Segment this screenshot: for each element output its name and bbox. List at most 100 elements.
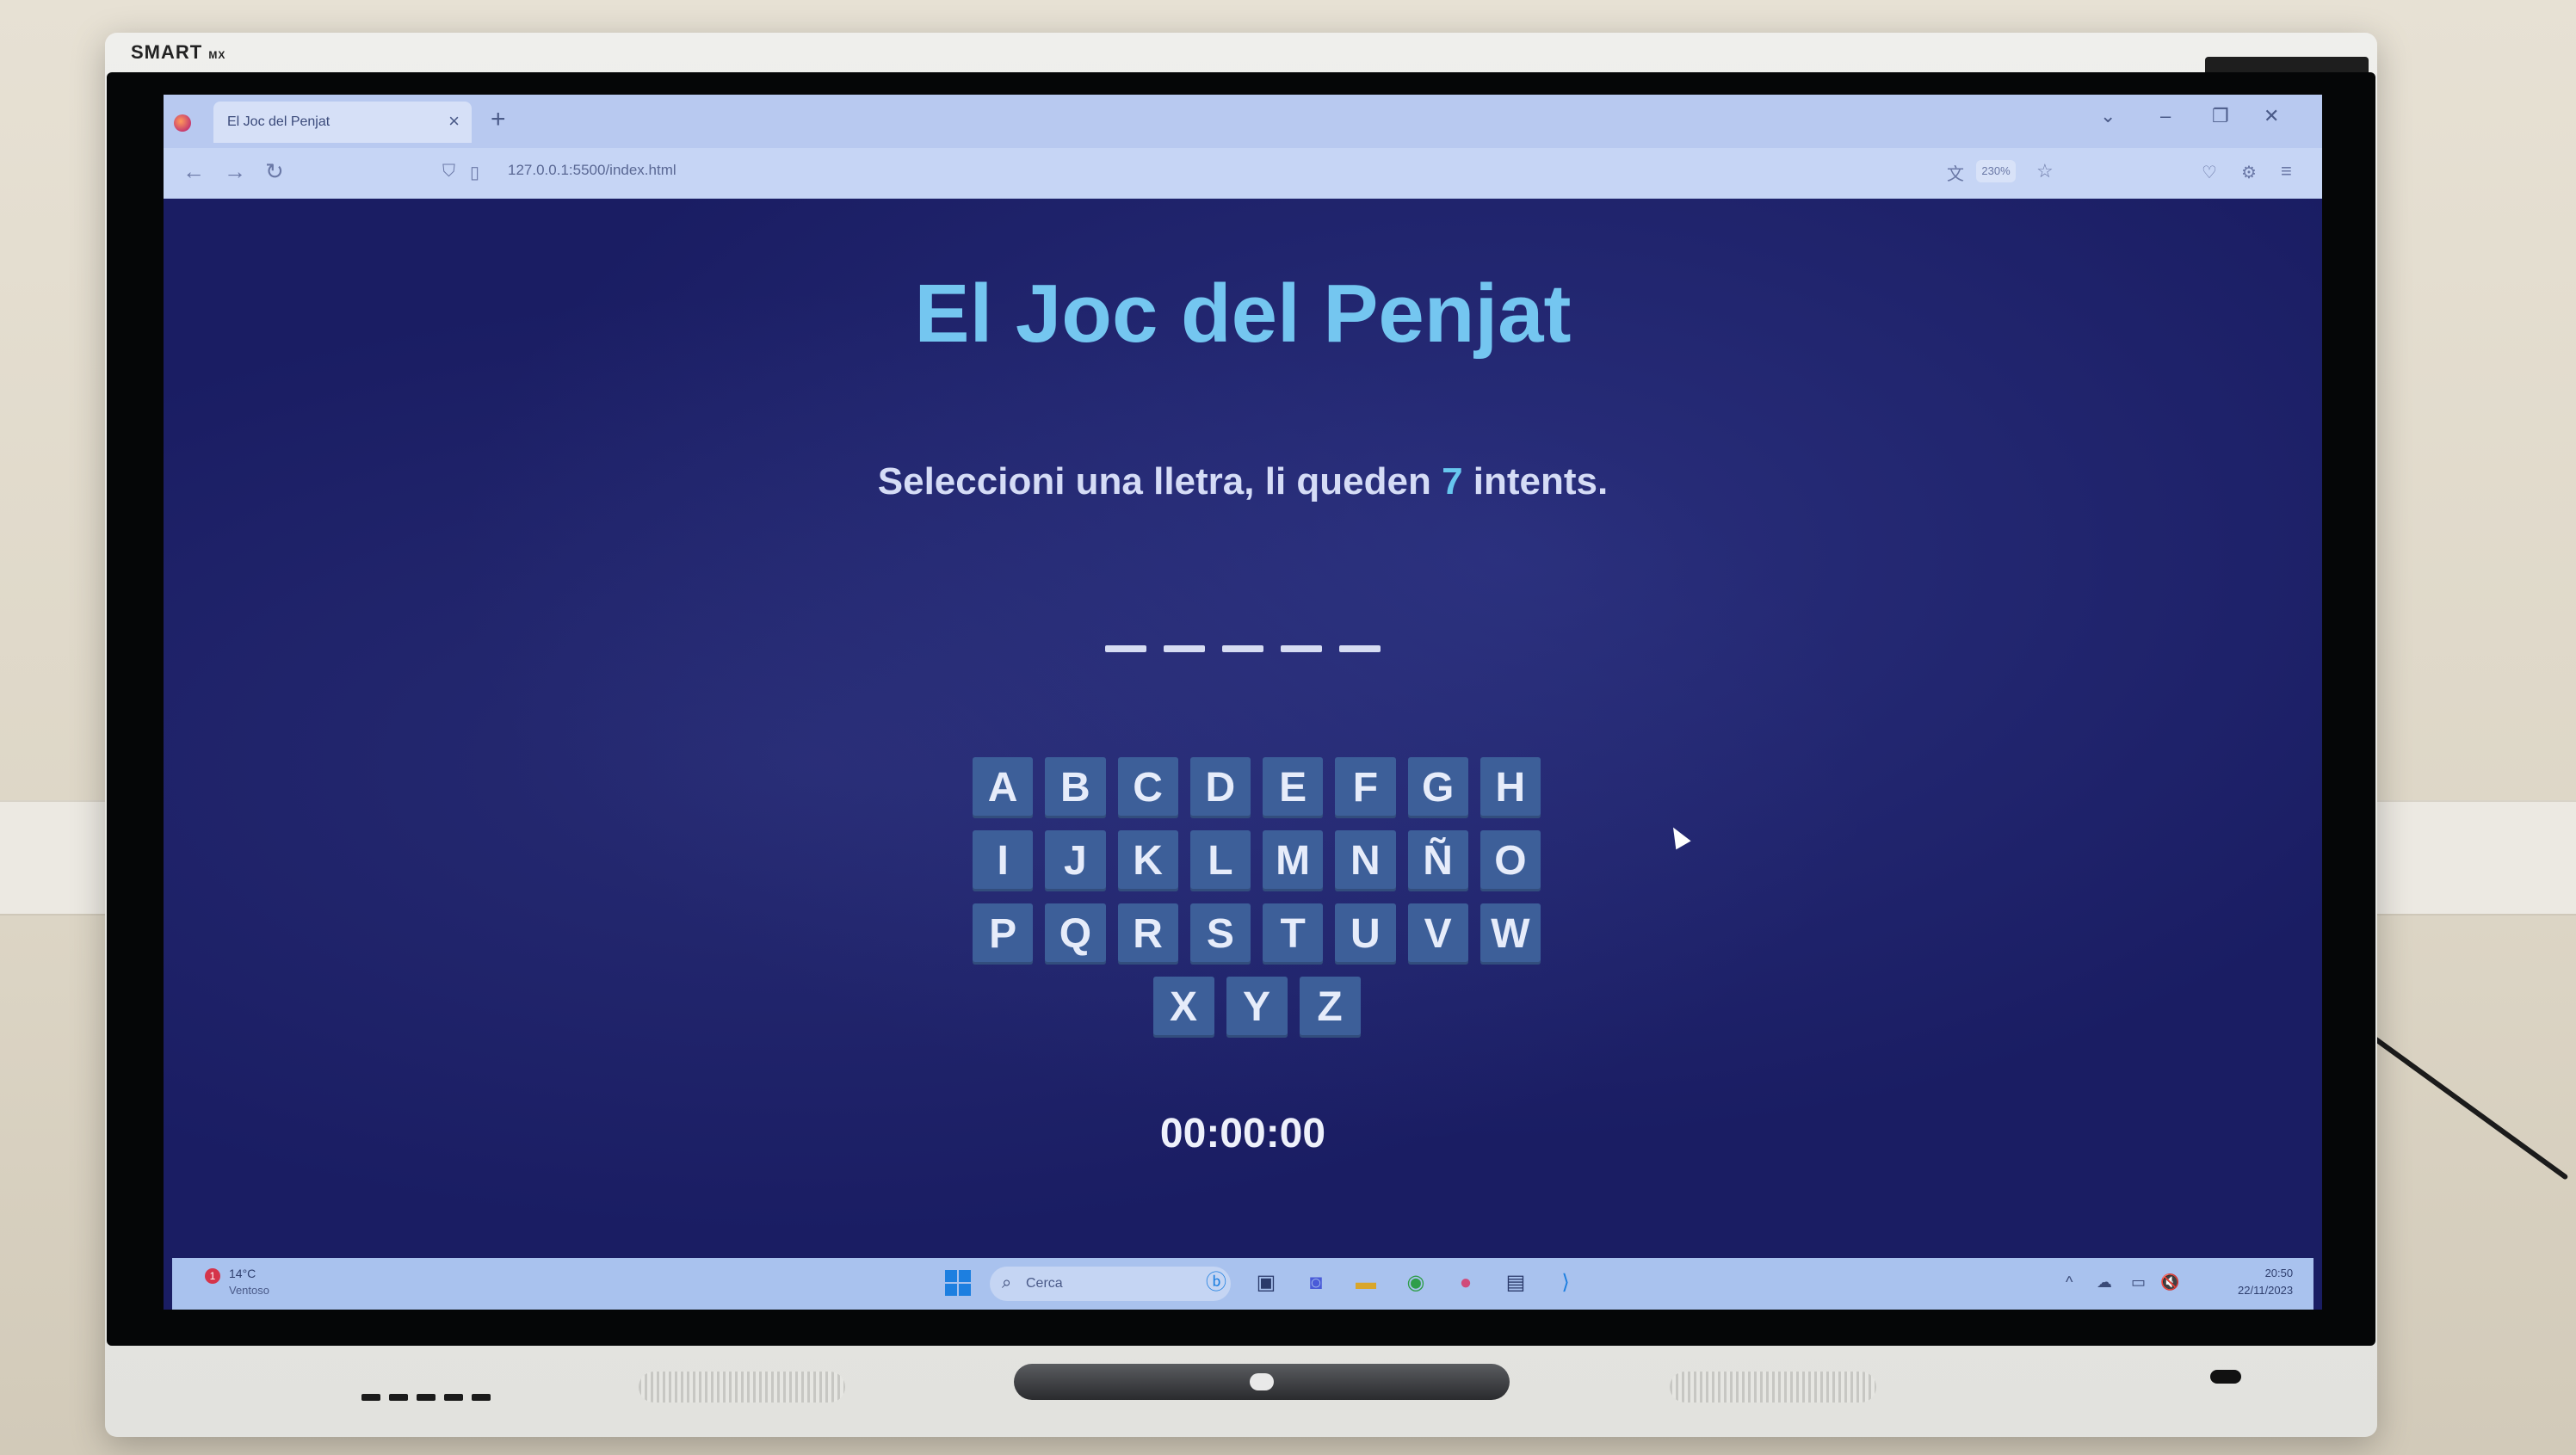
letter-button[interactable]: P xyxy=(973,903,1034,965)
screen: El Joc del Penjat × + ⌄ – ❐ ✕ ← → ↻ ⛉ ▯ … xyxy=(164,95,2322,1310)
letter-button[interactable]: Ñ xyxy=(1407,830,1468,891)
close-window-button[interactable]: ✕ xyxy=(2264,105,2279,127)
letter-button[interactable]: R xyxy=(1117,903,1178,965)
extensions-icon[interactable]: ⚙ xyxy=(2241,162,2257,183)
bookmark-star-icon[interactable]: ☆ xyxy=(2036,160,2054,182)
display-icon[interactable]: ▭ xyxy=(2131,1273,2146,1292)
letter-button[interactable]: M xyxy=(1263,830,1324,891)
back-arrow-icon[interactable]: ← xyxy=(182,158,205,185)
panel-button[interactable] xyxy=(444,1394,463,1401)
clock-time: 20:50 xyxy=(2264,1267,2294,1279)
letter-button[interactable]: T xyxy=(1263,903,1324,965)
weather-desc[interactable]: Ventoso xyxy=(229,1284,269,1297)
reload-icon[interactable]: ↻ xyxy=(265,158,284,185)
letter-button[interactable]: W xyxy=(1480,903,1541,965)
power-indicator xyxy=(2210,1370,2241,1384)
letter-button[interactable]: U xyxy=(1335,903,1396,965)
letter-button[interactable]: L xyxy=(1189,830,1251,891)
tab-strip: El Joc del Penjat × + ⌄ – ❐ ✕ xyxy=(164,95,2322,148)
letter-button[interactable]: D xyxy=(1189,757,1251,818)
speaker-right xyxy=(1670,1372,1876,1403)
chat-icon[interactable]: ◙ xyxy=(1301,1268,1331,1298)
status-suffix: intents. xyxy=(1462,460,1609,502)
pen-tray-button[interactable] xyxy=(1250,1373,1274,1390)
cloud-icon[interactable]: ☁ xyxy=(2097,1273,2112,1292)
letter-button[interactable]: O xyxy=(1480,830,1541,891)
forward-arrow-icon[interactable]: → xyxy=(224,158,246,185)
attempts-count: 7 xyxy=(1442,460,1463,502)
pocket-icon[interactable]: ♡ xyxy=(2202,162,2217,183)
keyboard-row: PQRSTUVW xyxy=(973,903,1541,965)
tab-list-chevron-icon[interactable]: ⌄ xyxy=(2100,105,2116,127)
windows-start-icon[interactable] xyxy=(945,1270,971,1296)
letter-button[interactable]: C xyxy=(1117,757,1178,818)
keyboard-row: XYZ xyxy=(973,977,1541,1038)
volume-muted-icon[interactable]: 🔇 xyxy=(2160,1273,2179,1292)
page-icon: ▯ xyxy=(470,163,480,182)
terminal-icon[interactable]: ▤ xyxy=(1501,1268,1530,1298)
page-title: El Joc del Penjat xyxy=(914,268,1572,360)
letter-blank xyxy=(1105,645,1146,652)
close-tab-icon[interactable]: × xyxy=(448,110,460,133)
letter-keyboard: ABCDEFGH IJKLMNÑO PQRSTUVW XYZ xyxy=(973,757,1541,1050)
brand-logo: SMART MX xyxy=(131,41,226,63)
vscode-icon[interactable]: ⟩ xyxy=(1551,1268,1580,1298)
tray-chevron-icon[interactable]: ^ xyxy=(2066,1273,2073,1292)
taskbar: 1 14°C Ventoso ⌕ Cerca ⓑ ▣ ◙ ▬ ◉ ● ▤ ⟩ ^… xyxy=(172,1258,2313,1310)
letter-button[interactable]: H xyxy=(1480,757,1541,818)
letter-blank xyxy=(1164,645,1205,652)
taskbar-search[interactable]: ⌕ Cerca xyxy=(990,1267,1231,1301)
tab-title: El Joc del Penjat xyxy=(227,114,330,129)
search-icon: ⌕ xyxy=(1002,1273,1012,1292)
game-timer: 00:00:00 xyxy=(1159,1111,1326,1156)
letter-button[interactable]: J xyxy=(1045,830,1106,891)
panel-button[interactable] xyxy=(472,1394,491,1401)
nav-bar: ← → ↻ ⛉ ▯ 127.0.0.1:5500/index.html 文 23… xyxy=(164,148,2322,199)
letter-button[interactable]: F xyxy=(1335,757,1396,818)
letter-button[interactable]: S xyxy=(1189,903,1251,965)
shield-icon[interactable]: ⛉ xyxy=(442,162,455,182)
panel-button[interactable] xyxy=(417,1394,436,1401)
letter-button[interactable]: K xyxy=(1117,830,1178,891)
minimize-button[interactable]: – xyxy=(2160,105,2171,127)
letter-button[interactable]: Q xyxy=(1045,903,1106,965)
panel-button[interactable] xyxy=(361,1394,380,1401)
new-tab-button[interactable]: + xyxy=(491,105,506,134)
letter-blank xyxy=(1339,645,1381,652)
firefox-icon xyxy=(174,114,191,132)
letter-blank xyxy=(1222,645,1263,652)
letter-button[interactable]: Z xyxy=(1299,977,1361,1038)
translate-icon[interactable]: 文 xyxy=(1947,160,1964,185)
mouse-cursor xyxy=(1665,823,1691,850)
keyboard-row: ABCDEFGH xyxy=(973,757,1541,818)
menu-icon[interactable]: ≡ xyxy=(2281,160,2292,182)
letter-button[interactable]: B xyxy=(1045,757,1106,818)
letter-button[interactable]: I xyxy=(973,830,1034,891)
panel-button[interactable] xyxy=(389,1394,408,1401)
taskbar-clock[interactable]: 20:50 22/11/2023 xyxy=(2238,1265,2293,1299)
speaker-left xyxy=(639,1372,845,1403)
cable xyxy=(2357,1024,2569,1181)
task-view-icon[interactable]: ▣ xyxy=(1251,1268,1281,1298)
clock-date: 22/11/2023 xyxy=(2238,1284,2294,1297)
url-bar[interactable]: 127.0.0.1:5500/index.html xyxy=(508,162,676,179)
status-message: Seleccioni una lletra, li queden 7 inten… xyxy=(164,460,2322,503)
status-prefix: Seleccioni una lletra, li queden xyxy=(877,460,1442,502)
firefox-icon[interactable]: ● xyxy=(1451,1268,1480,1298)
restore-button[interactable]: ❐ xyxy=(2212,105,2229,127)
bing-icon[interactable]: ⓑ xyxy=(1202,1268,1231,1298)
file-explorer-icon[interactable]: ▬ xyxy=(1351,1268,1381,1298)
zoom-indicator[interactable]: 230% xyxy=(1976,160,2016,182)
chrome-icon[interactable]: ◉ xyxy=(1401,1268,1430,1298)
letter-button[interactable]: G xyxy=(1407,757,1468,818)
browser-tab[interactable]: El Joc del Penjat × xyxy=(174,102,472,143)
letter-button[interactable]: N xyxy=(1335,830,1396,891)
letter-button[interactable]: A xyxy=(973,757,1034,818)
letter-button[interactable]: E xyxy=(1263,757,1324,818)
weather-badge: 1 xyxy=(205,1268,220,1284)
letter-button[interactable]: Y xyxy=(1226,977,1288,1038)
letter-button[interactable]: V xyxy=(1407,903,1468,965)
search-placeholder: Cerca xyxy=(1026,1276,1063,1291)
letter-button[interactable]: X xyxy=(1152,977,1214,1038)
weather-temp[interactable]: 14°C xyxy=(229,1267,256,1280)
